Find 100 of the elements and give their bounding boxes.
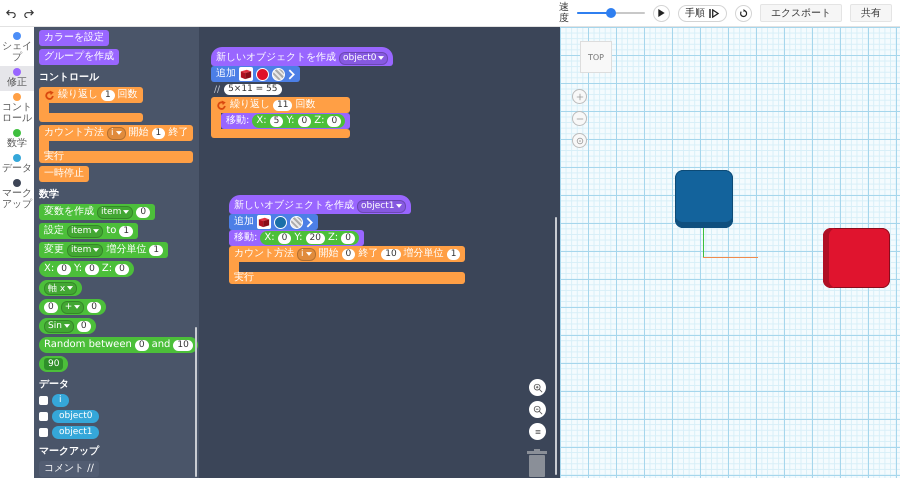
loop-block[interactable]: カウント方法 i 開始 1 終了 実行 xyxy=(39,125,194,163)
value-input[interactable]: 0 xyxy=(87,302,102,312)
reporter-block[interactable]: 90 xyxy=(39,356,68,372)
texture-swatch[interactable] xyxy=(290,216,303,228)
view-cube[interactable]: TOP xyxy=(580,41,612,73)
reset-button[interactable] xyxy=(735,4,752,22)
block-label: X: xyxy=(44,263,54,275)
block-label: X: xyxy=(256,115,267,127)
zoom-out-button[interactable] xyxy=(529,401,546,418)
code-block[interactable]: 設定 item to 1 xyxy=(39,223,138,239)
reporter-block[interactable]: X: 0 Y: 0 Z: 0 xyxy=(39,261,134,277)
value-input[interactable]: 5 xyxy=(270,116,284,126)
step-icon xyxy=(709,8,720,18)
loop-block[interactable]: 繰り返し 1 回数 xyxy=(39,87,143,122)
value-input[interactable]: 10 xyxy=(173,340,193,350)
block-label: 変数を作成 xyxy=(44,206,94,218)
speed-slider[interactable] xyxy=(577,8,645,18)
vector-reporter[interactable]: X: 0 Y: 20 Z: 0 xyxy=(260,231,359,245)
reporter-block[interactable]: Random between 0 and 10 xyxy=(39,337,198,353)
trash-icon[interactable] xyxy=(527,449,547,477)
value-input[interactable]: 0 xyxy=(342,248,356,260)
checkbox[interactable] xyxy=(39,396,48,405)
code-block[interactable]: コメント // xyxy=(39,461,99,477)
value-input[interactable]: 1 xyxy=(446,248,460,260)
cube-object[interactable] xyxy=(823,228,890,288)
step-button[interactable]: 手順 xyxy=(678,4,727,22)
recenter-button[interactable] xyxy=(572,133,587,148)
block-label: Z: xyxy=(102,263,112,275)
code-block[interactable]: 追加 xyxy=(211,66,300,82)
value-input[interactable]: 0 xyxy=(76,320,91,332)
zoom-in-button[interactable] xyxy=(529,379,546,396)
value-input[interactable]: 10 xyxy=(381,248,401,260)
value-input[interactable]: 0 xyxy=(298,116,312,126)
reporter-block[interactable]: 0 + 0 xyxy=(39,299,106,315)
redo-icon[interactable] xyxy=(24,8,34,18)
value-input[interactable]: 11 xyxy=(273,100,292,110)
block-label: 終了 xyxy=(358,248,378,260)
value-input[interactable]: 1 xyxy=(152,128,166,138)
color-swatch[interactable] xyxy=(274,216,287,228)
hat-block[interactable]: 新しいオブジェクトを作成 object0 xyxy=(211,47,394,66)
value-input[interactable]: 20 xyxy=(306,232,325,244)
code-block[interactable]: 変数を作成 item 0 xyxy=(39,204,156,220)
vector-reporter[interactable]: X: 5 Y: 0 Z: 0 xyxy=(252,114,346,128)
export-button[interactable]: エクスポート xyxy=(760,4,842,22)
scrollbar[interactable] xyxy=(195,327,197,477)
code-block[interactable]: 変更 item 増分単位 1 xyxy=(39,242,168,258)
block-label: Z: xyxy=(314,115,324,127)
caret-icon xyxy=(67,286,74,290)
texture-swatch[interactable] xyxy=(272,68,285,80)
value-input[interactable]: 0 xyxy=(134,340,149,350)
block-dropdown[interactable]: object1 xyxy=(357,200,406,212)
loop-block[interactable]: カウント方法 i 開始 0 終了 10 増分単位 1 実行 xyxy=(229,246,466,284)
category-tab[interactable]: マークアップ xyxy=(0,177,34,213)
code-block[interactable]: 移動: X: 0 Y: 20 Z: 0 xyxy=(229,230,364,246)
category-tab[interactable]: シェイプ xyxy=(0,30,34,66)
cube-icon xyxy=(258,216,270,228)
grid-viewport[interactable]: TOP xyxy=(560,27,900,478)
cube-swatch[interactable] xyxy=(257,215,271,229)
slider-thumb[interactable] xyxy=(606,8,616,18)
share-button[interactable]: 共有 xyxy=(850,4,892,22)
checkbox[interactable] xyxy=(39,428,48,437)
chevron-icon[interactable] xyxy=(306,216,313,228)
color-swatch[interactable] xyxy=(256,68,269,80)
category-tab[interactable]: データ xyxy=(0,152,34,177)
value-input[interactable]: 0 xyxy=(44,302,58,312)
cube-swatch[interactable] xyxy=(239,67,253,81)
checkbox[interactable] xyxy=(39,412,48,421)
code-block[interactable]: グループを作成 xyxy=(39,49,119,65)
value-input[interactable]: 0 xyxy=(341,232,355,244)
code-block[interactable]: 追加 xyxy=(229,214,318,230)
reporter-block[interactable]: Sin 0 xyxy=(39,318,96,334)
block-label: 終了 xyxy=(168,127,188,139)
category-tab[interactable]: 数学 xyxy=(0,127,34,152)
value-input[interactable]: 1 xyxy=(101,90,115,100)
block-label: Y: xyxy=(286,115,294,127)
scrollbar[interactable] xyxy=(555,217,557,475)
hat-block[interactable]: 新しいオブジェクトを作成 object1 xyxy=(229,195,412,214)
number-field[interactable]: 90 xyxy=(44,358,64,370)
value-input[interactable]: 0 xyxy=(115,264,129,274)
block-label: 実行 xyxy=(44,151,64,163)
value-input[interactable]: 0 xyxy=(136,206,150,218)
code-block[interactable]: カラーを設定 xyxy=(39,30,109,46)
value-input[interactable]: 1 xyxy=(119,226,134,236)
reset-zoom-button[interactable] xyxy=(529,423,546,440)
value-input[interactable]: 1 xyxy=(149,244,164,256)
value-input[interactable]: 5×11 = 55 xyxy=(224,84,282,95)
value-input[interactable]: 0 xyxy=(85,264,99,274)
category-tab[interactable]: コントロール xyxy=(0,91,34,127)
play-button[interactable] xyxy=(653,4,670,22)
value-input[interactable]: 0 xyxy=(278,232,292,244)
block-label: 移動: xyxy=(226,115,250,127)
block-dropdown[interactable]: object0 xyxy=(339,52,388,64)
value-input[interactable]: 0 xyxy=(327,116,342,126)
code-block[interactable]: 移動: X: 5 Y: 0 Z: 0 xyxy=(221,113,350,129)
block-label: カウント方法 xyxy=(44,127,104,139)
chevron-icon[interactable] xyxy=(288,68,295,80)
undo-icon[interactable] xyxy=(6,8,16,18)
category-tab[interactable]: 修正 xyxy=(0,66,34,91)
value-input[interactable]: 0 xyxy=(57,264,71,274)
loop-block[interactable]: 繰り返し 11 回数 移動: X: 5 Y: 0 Z: 0 xyxy=(211,97,350,138)
